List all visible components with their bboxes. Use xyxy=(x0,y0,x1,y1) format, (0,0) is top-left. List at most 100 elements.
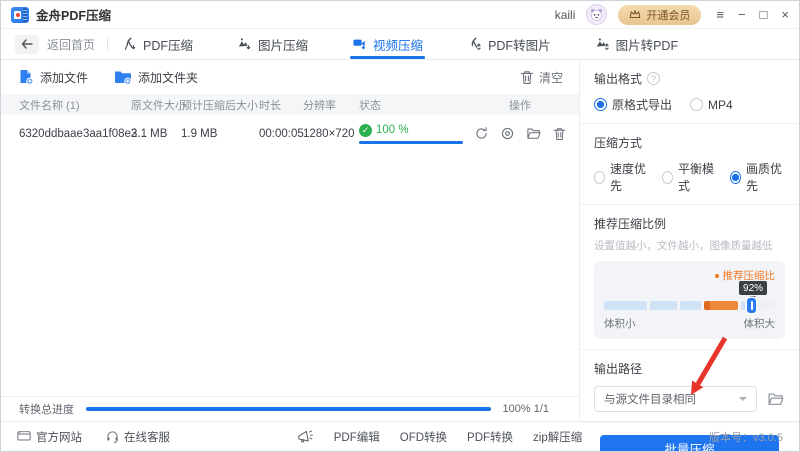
open-folder-button[interactable] xyxy=(526,126,542,141)
output-path-title: 输出路径 xyxy=(594,362,643,376)
output-path-value: 与源文件目录相同 xyxy=(604,394,696,406)
avatar[interactable] xyxy=(586,4,608,25)
browse-folder-button[interactable] xyxy=(767,391,785,407)
official-site-link[interactable]: 官方网站 xyxy=(17,429,82,445)
tab-pdf-to-image[interactable]: PDF转图片 xyxy=(467,29,551,59)
video-compress-icon xyxy=(353,39,366,50)
menu-icon[interactable]: ≡ xyxy=(716,8,724,21)
slider-min-label: 体积小 xyxy=(604,318,636,330)
radio-speed-first[interactable]: 速度优先 xyxy=(594,160,649,194)
add-folder-icon xyxy=(115,71,132,85)
slider-handle[interactable] xyxy=(747,298,757,313)
radio-original-format[interactable]: 原格式导出 xyxy=(594,96,672,113)
radio-quality-first[interactable]: 画质优先 xyxy=(730,160,785,194)
output-format-section: 输出格式 ? 原格式导出 MP4 xyxy=(580,60,799,124)
legend-dot-icon xyxy=(714,273,719,278)
zip-extract-link[interactable]: zip解压缩 xyxy=(533,429,582,445)
file-toolbar: 添加文件 添加文件夹 清空 xyxy=(1,60,579,94)
close-icon[interactable]: × xyxy=(781,8,789,21)
radio-dot xyxy=(730,170,741,184)
help-icon[interactable]: ? xyxy=(647,72,661,85)
pdf-edit-link[interactable]: PDF编辑 xyxy=(334,429,380,445)
preview-button[interactable] xyxy=(500,126,515,141)
trash-icon xyxy=(520,70,534,84)
radio-balanced[interactable]: 平衡模式 xyxy=(662,160,717,194)
ofd-convert-label: OFD转换 xyxy=(399,431,448,444)
cell-status: ✓ 100 % xyxy=(359,123,471,144)
add-file-label: 添加文件 xyxy=(40,70,89,85)
tab-image-to-pdf[interactable]: 图片转PDF xyxy=(595,29,679,59)
pdf-compress-icon xyxy=(125,37,136,50)
chevron-down-icon xyxy=(739,397,747,405)
online-support-label: 在线客服 xyxy=(124,431,170,444)
trash-icon xyxy=(553,127,566,140)
refresh-icon xyxy=(476,127,487,139)
app-window: 金舟PDF压缩 kaili 开通会员 ≡ − □ × 返回首页 PDF压缩 图片… xyxy=(0,0,800,452)
avatar-face-icon xyxy=(591,8,603,21)
radio-dot xyxy=(594,170,605,184)
ofd-convert-link[interactable]: OFD转换 xyxy=(400,429,447,445)
maximize-icon[interactable]: □ xyxy=(760,8,768,21)
success-check-icon: ✓ xyxy=(359,123,372,137)
col-compressed-size: 预计压缩后大小 xyxy=(181,99,258,112)
app-title: 金舟PDF压缩 xyxy=(36,9,112,23)
tab-label: 图片压缩 xyxy=(258,38,309,53)
col-resolution: 分辨率 xyxy=(303,99,336,112)
total-progress: 转换总进度 100% 1/1 xyxy=(1,396,579,421)
row-progress-bar xyxy=(359,140,463,144)
tab-label: 视频压缩 xyxy=(373,38,424,53)
clear-list-button[interactable]: 清空 xyxy=(520,69,563,86)
minimize-icon[interactable]: − xyxy=(738,8,746,21)
tab-label: 图片转PDF xyxy=(615,38,679,53)
table-row: 6320ddbaae3aa1f08e3... 2.1 MB 1.9 MB 00:… xyxy=(1,115,579,152)
radio-dot xyxy=(690,98,704,111)
add-file-button[interactable]: 添加文件 xyxy=(17,69,88,86)
ratio-slider-box: 推荐压缩比 92% 体积小 体积大 xyxy=(594,261,785,339)
output-path-select[interactable]: 与源文件目录相同 xyxy=(594,386,757,412)
settings-panel: 输出格式 ? 原格式导出 MP4 压缩方式 速度优先 平衡模式 画质优先 推荐压… xyxy=(579,60,799,451)
total-progress-value: 100% 1/1 xyxy=(502,403,549,415)
pdf-edit-label: PDF编辑 xyxy=(333,431,380,444)
online-support-link[interactable]: 在线客服 xyxy=(106,429,170,445)
radio-dot xyxy=(662,170,673,184)
compress-mode-title: 压缩方式 xyxy=(594,136,643,150)
tab-image-compress[interactable]: 图片压缩 xyxy=(237,29,308,59)
add-file-icon xyxy=(20,70,34,85)
image-to-pdf-icon xyxy=(596,38,609,50)
redo-compress-button[interactable] xyxy=(474,126,489,141)
pdf-convert-link[interactable]: PDF转换 xyxy=(467,429,513,445)
back-home-label[interactable]: 返回首页 xyxy=(47,36,95,53)
megaphone-icon xyxy=(297,430,313,443)
app-logo-icon xyxy=(11,6,29,23)
ratio-slider[interactable]: 92% xyxy=(604,281,775,313)
vip-upgrade-button[interactable]: 开通会员 xyxy=(618,4,702,25)
radio-dot xyxy=(594,98,607,111)
output-path-section: 输出路径 与源文件目录相同 xyxy=(580,350,799,422)
cell-actions xyxy=(471,126,569,141)
title-bar: 金舟PDF压缩 kaili 开通会员 ≡ − □ × xyxy=(1,1,799,29)
col-status: 状态 xyxy=(359,99,381,112)
slider-max-label: 体积大 xyxy=(743,318,776,330)
add-folder-button[interactable]: 添加文件夹 xyxy=(114,69,198,86)
radio-label: 速度优先 xyxy=(609,162,646,193)
pdf-to-image-icon xyxy=(471,37,481,50)
radio-label: 画质优先 xyxy=(745,162,782,193)
image-compress-icon xyxy=(238,38,251,50)
back-button[interactable] xyxy=(15,34,39,54)
total-progress-bar xyxy=(86,407,491,411)
tab-label: PDF转图片 xyxy=(488,38,551,53)
divider xyxy=(107,37,109,51)
nav-bar: 返回首页 PDF压缩 图片压缩 视频压缩 PDF转图片 图片转PDF xyxy=(1,29,799,60)
crown-icon xyxy=(630,10,641,19)
monitor-icon xyxy=(17,431,31,441)
pdf-convert-label: PDF转换 xyxy=(467,431,514,444)
delete-row-button[interactable] xyxy=(553,127,566,141)
tab-video-compress[interactable]: 视频压缩 xyxy=(350,29,426,59)
radio-mp4[interactable]: MP4 xyxy=(690,96,733,113)
vip-label: 开通会员 xyxy=(646,9,691,22)
back-arrow-icon xyxy=(21,39,33,49)
cell-original-size: 2.1 MB xyxy=(131,127,168,140)
tab-pdf-compress[interactable]: PDF压缩 xyxy=(122,29,193,59)
total-progress-label: 转换总进度 xyxy=(19,404,74,416)
col-duration: 时长 xyxy=(259,99,281,112)
